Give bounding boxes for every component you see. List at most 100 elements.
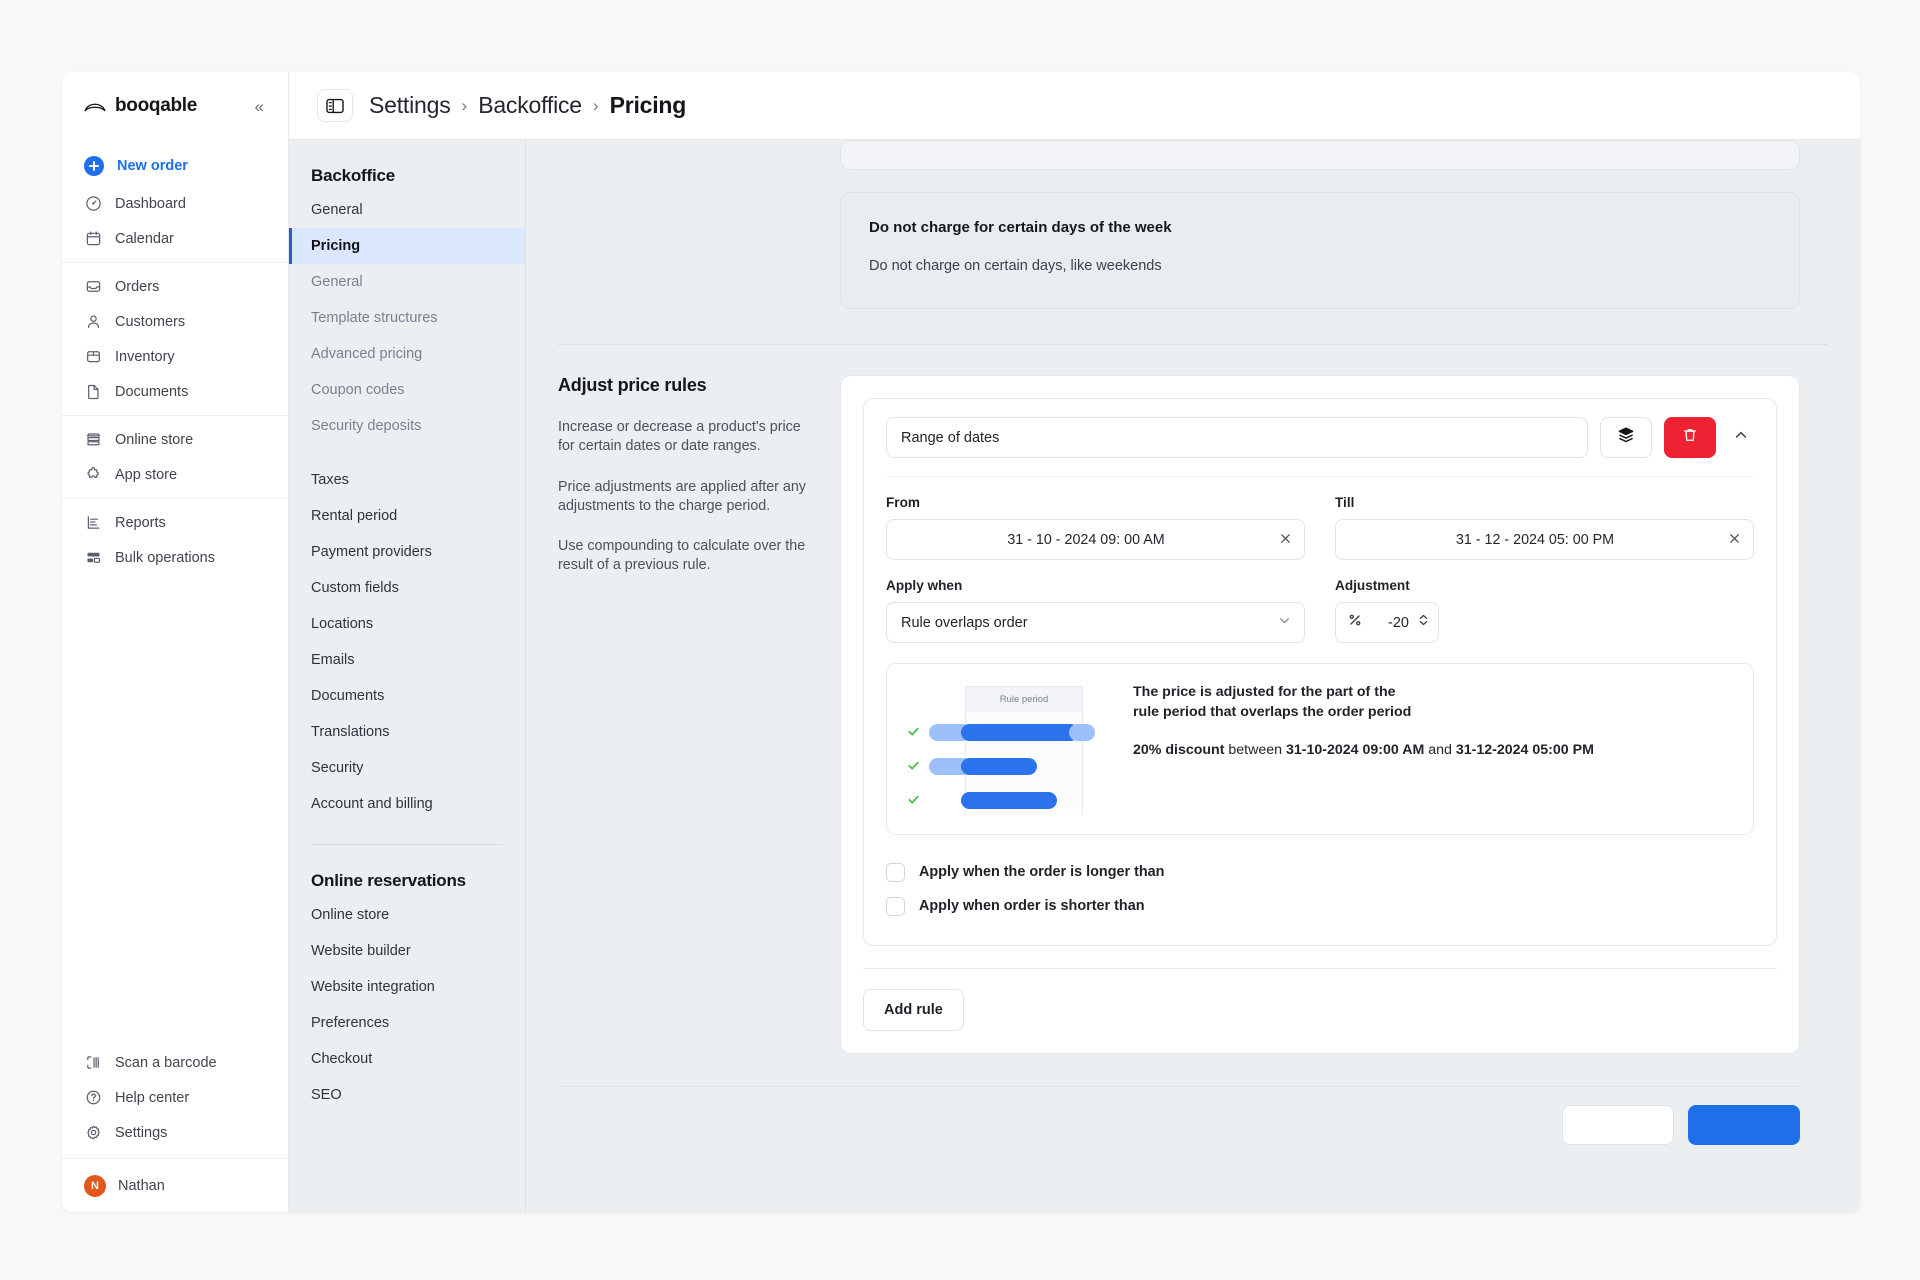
compound-rule-button[interactable] — [1600, 417, 1652, 458]
sidebar-item-settings[interactable]: Settings — [62, 1115, 288, 1150]
settings-nav-list-online-reservations: Online store Website builder Website int… — [289, 897, 525, 1123]
settings-nav-item-documents[interactable]: Documents — [289, 678, 525, 714]
price-rule: Range of dates From 31 - 10 - 2024 09: 0… — [863, 398, 1777, 946]
rule-header-divider — [886, 476, 1754, 477]
apply-when-field: Apply when Rule overlaps order — [886, 578, 1305, 643]
collapse-sidebar-button[interactable]: « — [251, 94, 268, 119]
explanation-summary: 20% discount between 31-10-2024 09:00 AM… — [1133, 740, 1733, 760]
discount-amount: 20% discount — [1133, 742, 1225, 759]
settings-nav-item-security[interactable]: Security — [289, 750, 525, 786]
from-input[interactable]: 31 - 10 - 2024 09: 00 AM — [886, 519, 1305, 560]
settings-nav-item-pricing[interactable]: Pricing — [289, 228, 525, 264]
settings-nav-item-pricing-general[interactable]: General — [289, 264, 525, 300]
bar-overlap — [961, 723, 1079, 741]
footer-actions — [558, 1087, 1828, 1145]
sidebar-item-online-store[interactable]: Online store — [62, 422, 288, 457]
sidebar-item-bulk-operations[interactable]: Bulk operations — [62, 540, 288, 575]
sidebar-item-app-store[interactable]: App store — [62, 457, 288, 492]
duration-conditions: Apply when the order is longer than Appl… — [886, 855, 1754, 923]
sidebar-item-scan-a-barcode[interactable]: Scan a barcode — [62, 1045, 288, 1080]
settings-nav-item-coupon-codes[interactable]: Coupon codes — [289, 372, 525, 408]
sidebar-item-calendar[interactable]: Calendar — [62, 221, 288, 256]
checkbox-longer-than[interactable] — [886, 862, 905, 882]
app-window: booqable « New order Dashboard Calendar … — [62, 72, 1860, 1212]
settings-nav-item-template-structures[interactable]: Template structures — [289, 300, 525, 336]
nav-group-bottom: Scan a barcode Help center Settings — [62, 1039, 288, 1158]
settings-nav-item-emails[interactable]: Emails — [289, 642, 525, 678]
do-not-charge-days-card[interactable]: Do not charge for certain days of the we… — [840, 192, 1800, 309]
center-column: Settings › Backoffice › Pricing Backoffi… — [289, 72, 1860, 1212]
till-input[interactable]: 31 - 12 - 2024 05: 00 PM — [1335, 519, 1754, 560]
settings-nav-item-preferences[interactable]: Preferences — [289, 1005, 525, 1041]
primary-sidebar: booqable « New order Dashboard Calendar … — [62, 72, 289, 1212]
settings-nav-item-payment-providers[interactable]: Payment providers — [289, 534, 525, 570]
settings-nav-item-general[interactable]: General — [289, 192, 525, 228]
rules-card-divider — [863, 968, 1777, 969]
settings-nav-item-rental-period[interactable]: Rental period — [289, 498, 525, 534]
close-icon[interactable] — [1720, 532, 1741, 548]
overlap-diagram: Rule period — [907, 682, 1107, 814]
breadcrumb-settings[interactable]: Settings — [369, 92, 451, 119]
sidebar-item-orders[interactable]: Orders — [62, 269, 288, 304]
breadcrumb-backoffice[interactable]: Backoffice — [478, 92, 582, 119]
sidebar-item-help-center[interactable]: Help center — [62, 1080, 288, 1115]
sidebar-item-documents[interactable]: Documents — [62, 374, 288, 409]
section-paragraph-1: Increase or decrease a product's price f… — [558, 419, 801, 455]
adjustment-input[interactable]: -20 — [1335, 602, 1439, 643]
sidebar-item-label: New order — [117, 158, 188, 174]
settings-nav-item-translations[interactable]: Translations — [289, 714, 525, 750]
apply-when-select[interactable]: Rule overlaps order — [886, 602, 1305, 643]
sidebar-item-dashboard[interactable]: Dashboard — [62, 186, 288, 221]
sidebar-item-label: Bulk operations — [115, 549, 215, 566]
collapse-rule-button[interactable] — [1728, 417, 1754, 458]
checkbox-row-shorter-than[interactable]: Apply when order is shorter than — [886, 889, 1754, 923]
apply-when-value: Rule overlaps order — [901, 614, 1028, 631]
checkbox-row-longer-than[interactable]: Apply when the order is longer than — [886, 855, 1754, 889]
settings-nav-item-advanced-pricing[interactable]: Advanced pricing — [289, 336, 525, 372]
settings-nav-item-online-store[interactable]: Online store — [289, 897, 525, 933]
sidebar-item-inventory[interactable]: Inventory — [62, 339, 288, 374]
close-icon[interactable] — [1271, 532, 1292, 548]
check-icon — [907, 759, 925, 774]
settings-nav-item-taxes[interactable]: Taxes — [289, 462, 525, 498]
sidebar-item-label: Inventory — [115, 348, 175, 365]
bar-overlap — [961, 791, 1057, 809]
checkbox-shorter-than[interactable] — [886, 896, 905, 916]
sidebar-item-customers[interactable]: Customers — [62, 304, 288, 339]
bar-outside-right — [1069, 723, 1095, 741]
sidebar-item-label: Scan a barcode — [115, 1054, 217, 1071]
settings-nav-item-security-deposits[interactable]: Security deposits — [289, 408, 525, 444]
nav-group-stores: Online store App store — [62, 415, 288, 498]
sidebar-item-label: Calendar — [115, 230, 174, 247]
delete-rule-button[interactable] — [1664, 417, 1716, 458]
sidebar-item-reports[interactable]: Reports — [62, 505, 288, 540]
sidebar-panel-icon[interactable] — [317, 89, 353, 122]
settings-nav-item-account-and-billing[interactable]: Account and billing — [289, 786, 525, 822]
add-rule-button[interactable]: Add rule — [863, 989, 964, 1031]
check-icon — [907, 725, 925, 740]
explanation-line-1: The price is adjusted for the part of th… — [1133, 684, 1396, 700]
settings-nav-item-website-builder[interactable]: Website builder — [289, 933, 525, 969]
settings-nav-item-website-integration[interactable]: Website integration — [289, 969, 525, 1005]
and-word: and — [1428, 742, 1452, 759]
chevron-up-icon — [1733, 427, 1749, 448]
puzzle-icon — [84, 466, 102, 484]
save-button[interactable] — [1688, 1105, 1800, 1145]
sidebar-item-new-order[interactable]: New order — [62, 146, 288, 186]
stepper-icon[interactable] — [1417, 611, 1430, 634]
topbar: Settings › Backoffice › Pricing — [289, 72, 1860, 140]
settings-nav-item-custom-fields[interactable]: Custom fields — [289, 570, 525, 606]
diagram-row-1 — [907, 718, 1107, 746]
user-account-row[interactable]: N Nathan — [62, 1158, 288, 1212]
settings-nav-item-locations[interactable]: Locations — [289, 606, 525, 642]
adjustment-value: -20 — [1388, 614, 1409, 631]
settings-nav-item-checkout[interactable]: Checkout — [289, 1041, 525, 1077]
settings-nav-item-seo[interactable]: SEO — [289, 1077, 525, 1113]
rule-type-select[interactable]: Range of dates — [886, 417, 1588, 458]
sidebar-item-label: App store — [115, 466, 178, 483]
breadcrumb-separator: › — [461, 95, 468, 115]
cancel-button[interactable] — [1562, 1105, 1674, 1145]
previous-setting-card-clipped — [840, 140, 1800, 170]
brand-name: booqable — [115, 95, 198, 116]
